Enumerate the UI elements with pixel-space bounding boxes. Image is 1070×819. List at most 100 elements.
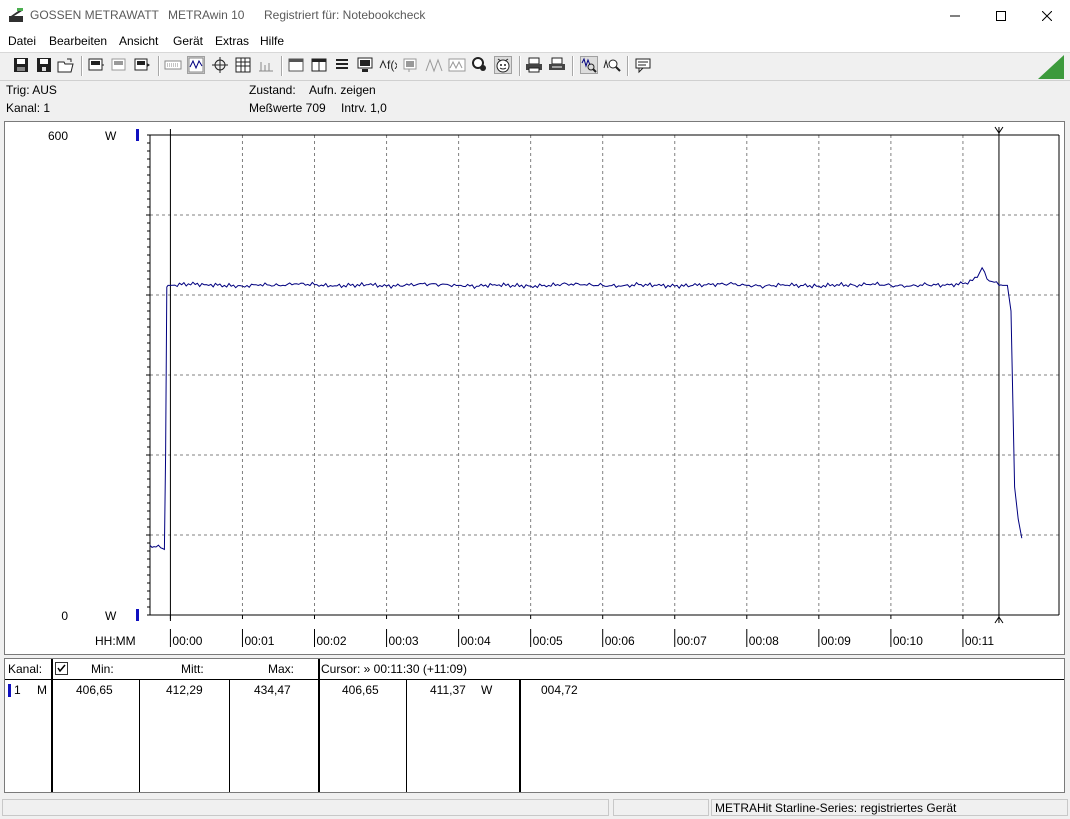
table-column-divider xyxy=(519,679,521,792)
row-extra: 004,72 xyxy=(541,683,578,697)
device-icon xyxy=(88,58,104,71)
row-max: 434,47 xyxy=(254,683,291,697)
max-header: Max: xyxy=(268,662,295,676)
x-tick-label: 00:05 xyxy=(533,634,563,648)
bars-button[interactable] xyxy=(257,56,275,74)
table-column-divider xyxy=(139,679,140,792)
row-cursor-value2: 411,37 xyxy=(430,683,466,697)
menu-datei[interactable]: Datei xyxy=(8,34,36,48)
wave-button[interactable] xyxy=(187,56,205,74)
save-as-button[interactable] xyxy=(35,56,53,74)
monitor-icon xyxy=(357,57,373,72)
window-split-button[interactable] xyxy=(310,56,328,74)
x-tick-label: 00:11 xyxy=(965,634,994,648)
zoom-wave-icon xyxy=(581,57,597,73)
app-logo-icon xyxy=(9,8,23,22)
toolbar-separator xyxy=(519,56,521,76)
maximize-icon xyxy=(996,11,1006,21)
list-button[interactable] xyxy=(333,56,351,74)
status-text: METRAHit Starline-Series: registriertes … xyxy=(715,801,957,815)
x-tick-label: 00:00 xyxy=(172,634,202,648)
x-tick-label: 00:06 xyxy=(605,634,635,648)
y-axis-top-marker xyxy=(136,129,139,141)
keyboard-icon xyxy=(164,60,182,70)
smiley-icon xyxy=(496,58,510,73)
fx-button[interactable]: f(x) xyxy=(379,56,397,74)
save-button[interactable] xyxy=(12,56,30,74)
device-start-icon xyxy=(134,58,150,71)
open-button[interactable] xyxy=(57,56,75,74)
zoom-icon xyxy=(603,59,621,72)
minimize-button[interactable] xyxy=(932,0,978,32)
device-start-button[interactable] xyxy=(133,56,151,74)
save-as-icon xyxy=(37,58,51,72)
toolbar-separator xyxy=(627,56,629,76)
oscillo-icon xyxy=(425,58,443,73)
print-button[interactable] xyxy=(525,56,543,74)
keyboard-button[interactable] xyxy=(164,56,182,74)
row-mitt: 412,29 xyxy=(166,683,203,697)
print-preview-icon xyxy=(549,57,565,70)
y-bottom-label: 0 xyxy=(61,609,68,623)
comment-button[interactable] xyxy=(634,56,652,74)
menu-bearbeiten[interactable]: Bearbeiten xyxy=(49,34,107,48)
monitor-button[interactable] xyxy=(356,56,374,74)
min-header: Min: xyxy=(91,662,114,676)
row-min: 406,65 xyxy=(76,683,113,697)
print-preview-button[interactable] xyxy=(548,56,566,74)
maximize-button[interactable] xyxy=(978,0,1024,32)
zoom-wave-button[interactable] xyxy=(580,56,598,74)
toolbar-separator xyxy=(158,56,160,76)
x-tick-label: 00:10 xyxy=(893,634,923,648)
target-button[interactable] xyxy=(211,56,229,74)
minimize-icon xyxy=(950,15,960,17)
y-bottom-unit: W xyxy=(105,609,117,623)
status-triangle-icon xyxy=(1038,55,1064,79)
toolbar: f(x) xyxy=(0,52,1070,79)
menu-geraet[interactable]: Gerät xyxy=(173,34,203,48)
channel-status: Kanal: 1 xyxy=(6,101,51,115)
power-chart[interactable]: 00:00 00:01 00:02 00:03 00:04 00:05 00:06 00:07… xyxy=(5,122,1064,654)
x-tick-label: 00:01 xyxy=(244,634,274,648)
y-axis-bottom-marker xyxy=(136,609,139,621)
menu-extras[interactable]: Extras xyxy=(215,34,249,48)
print-icon xyxy=(526,57,542,73)
menu-hilfe[interactable]: Hilfe xyxy=(260,34,284,48)
zoom-button[interactable] xyxy=(603,56,621,74)
menu-ansicht[interactable]: Ansicht xyxy=(119,34,158,48)
table-column-divider xyxy=(318,659,320,792)
smiley-button[interactable] xyxy=(494,56,512,74)
mitt-header: Mitt: xyxy=(181,662,204,676)
channel-visible-checkbox[interactable] xyxy=(55,662,68,675)
signal-button[interactable] xyxy=(402,56,420,74)
x-tick-label: 00:07 xyxy=(677,634,707,648)
open-icon xyxy=(57,58,74,73)
device-button[interactable] xyxy=(87,56,105,74)
status-pane-middle xyxy=(613,799,709,816)
svg-text:f(x): f(x) xyxy=(387,58,397,72)
table-button[interactable] xyxy=(234,56,252,74)
status-pane-left xyxy=(2,799,609,816)
title-bar: GOSSEN METRAWATT METRAwin 10 Registriert… xyxy=(0,0,1070,32)
oscillo2-icon xyxy=(448,58,466,72)
window-split-icon xyxy=(311,58,327,72)
oscillo-button[interactable] xyxy=(425,56,443,74)
table-header-divider xyxy=(5,679,1064,680)
info-bar: Trig: AUS Kanal: 1 Zustand: Aufn. zeigen… xyxy=(0,80,1070,121)
settings-button[interactable] xyxy=(471,56,489,74)
table-column-divider xyxy=(229,679,230,792)
close-icon xyxy=(1042,11,1052,21)
comment-icon xyxy=(635,58,651,74)
window-button[interactable] xyxy=(287,56,305,74)
oscillo2-button[interactable] xyxy=(448,56,466,74)
device-off-button[interactable] xyxy=(110,56,128,74)
toolbar-separator xyxy=(81,56,83,76)
x-tick-label: 00:08 xyxy=(749,634,779,648)
row-unit: W xyxy=(481,683,493,697)
measurement-count: Meßwerte 709 xyxy=(249,101,326,115)
signal-icon xyxy=(403,58,417,72)
x-tick-label: 00:03 xyxy=(389,634,419,648)
chart-panel[interactable]: 00:00 00:01 00:02 00:03 00:04 00:05 00:06 00:07… xyxy=(4,121,1065,655)
x-axis-label: HH:MM xyxy=(95,634,136,648)
close-button[interactable] xyxy=(1024,0,1070,32)
